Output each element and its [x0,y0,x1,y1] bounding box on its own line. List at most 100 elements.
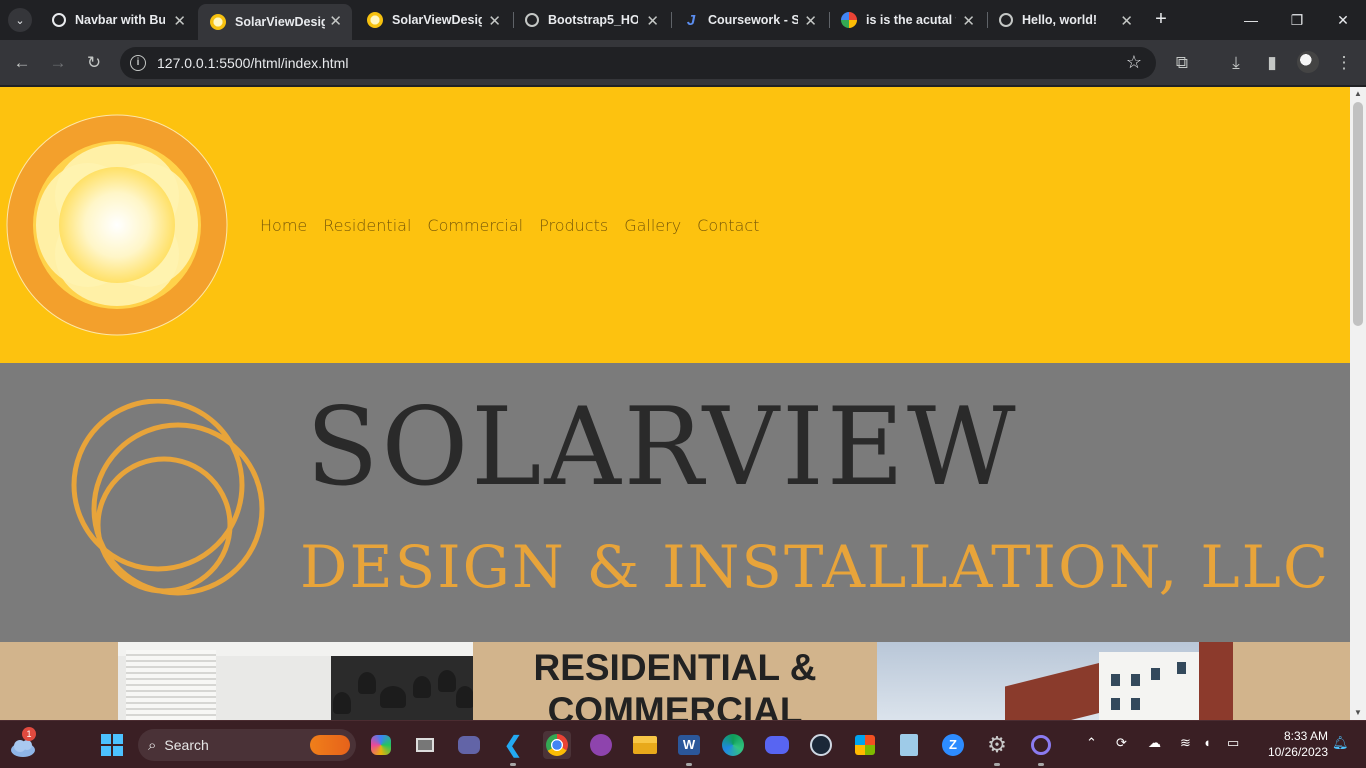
copilot-icon[interactable] [367,731,395,759]
microsoft-store-icon[interactable] [851,731,879,759]
nav-contact-link[interactable]: Contact [697,216,759,235]
sun-logo[interactable] [5,114,229,336]
close-icon[interactable]: ✕ [962,12,975,30]
url-text[interactable]: 127.0.0.1:5500/html/index.html [157,55,348,71]
discord-icon[interactable] [763,731,791,759]
new-tab-button[interactable]: + [1151,8,1171,32]
forward-arrow-icon[interactable]: → [46,51,70,75]
notification-bell-icon[interactable]: 🔔︎ [1332,735,1349,751]
edge-icon[interactable] [719,731,747,759]
restore-button[interactable]: ❐ [1274,6,1320,34]
feature-section: RESIDENTIAL & COMMERCIAL [0,642,1350,720]
download-icon[interactable]: ⤓ [1224,51,1248,75]
tab-title: SolarViewDesign [392,13,482,27]
commercial-photo [877,642,1233,720]
volume-icon[interactable]: ◖ [1203,735,1211,750]
close-icon[interactable]: ✕ [329,12,342,30]
nav-commercial-link[interactable]: Commercial [427,216,523,235]
main-nav: Home Residential Commercial Products Gal… [260,216,759,235]
close-icon[interactable]: ✕ [488,12,501,30]
coursework-icon: J [686,11,696,29]
tab-title: Hello, world! [1022,13,1097,27]
address-bar[interactable]: i 127.0.0.1:5500/html/index.html ☆ [120,47,1156,79]
steam-icon[interactable] [807,731,835,759]
close-icon[interactable]: ✕ [804,12,817,30]
vertical-scrollbar[interactable]: ▲ ▼ [1350,87,1366,720]
sun-icon [367,12,383,28]
hero-banner: SOLARVIEW DESIGN & INSTALLATION, LLC [0,363,1350,642]
sun-icon [210,14,226,30]
residential-photo [118,642,473,720]
search-placeholder: Search [164,737,209,753]
page-viewport: Home Residential Commercial Products Gal… [0,87,1366,720]
app-icon[interactable] [1027,731,1055,766]
scroll-up-arrow-icon[interactable]: ▲ [1350,87,1366,101]
zoom-icon[interactable]: Z [939,731,967,759]
window-close-button[interactable]: ✕ [1320,6,1366,34]
back-arrow-icon[interactable]: ← [10,51,34,75]
show-hidden-icons-chevron-icon[interactable]: ⌃ [1086,735,1097,751]
github-desktop-icon[interactable] [587,731,615,759]
tab-title: Coursework - St [708,13,798,27]
globe-icon [999,13,1013,27]
nav-gallery-link[interactable]: Gallery [624,216,681,235]
teams-icon[interactable] [455,731,483,759]
word-icon[interactable]: W [675,731,703,766]
wifi-icon[interactable]: ≋ [1180,735,1191,751]
menu-kebab-icon[interactable]: ⋮ [1332,51,1356,75]
chatgpt-icon [52,13,66,27]
google-icon [841,12,857,28]
tab-bootstrap[interactable]: Bootstrap5_HOT ✕ [513,4,669,36]
tab-title: Navbar with Burger [75,13,165,27]
windows-start-icon[interactable] [98,731,126,759]
clock-date: 10/26/2023 [1267,745,1328,759]
file-explorer-icon[interactable] [631,731,659,759]
clock-time: 8:33 AM [1283,729,1328,743]
onedrive-cloud-icon[interactable]: ☁ [1148,735,1161,751]
notification-badge: 1 [22,727,36,741]
tab-solarview[interactable]: SolarViewDesign ✕ [355,4,511,36]
scroll-down-arrow-icon[interactable]: ▼ [1350,706,1366,720]
tab-google[interactable]: is is the acutal f ✕ [829,4,985,36]
site-info-icon[interactable]: i [130,55,146,71]
tab-strip: ⌄ Navbar with Burger ✕ SolarViewDesign ✕… [0,0,1366,40]
search-icon: ⌕ [148,736,157,754]
tab-search-chevron-icon[interactable]: ⌄ [8,8,32,32]
notepad-icon[interactable] [895,731,923,759]
site-header: Home Residential Commercial Products Gal… [0,87,1350,363]
taskbar-search[interactable]: ⌕ Search [138,729,356,761]
close-icon[interactable]: ✕ [1120,12,1133,30]
nav-products-link[interactable]: Products [539,216,608,235]
tab-navbar[interactable]: Navbar with Burger ✕ [40,4,196,36]
tab-title: is is the acutal f [866,13,956,27]
tab-title: Bootstrap5_HOT [548,13,638,27]
bookmark-star-icon[interactable]: ☆ [1126,52,1142,73]
system-clock[interactable]: 8:33 AM 10/26/2023 [1258,728,1328,760]
banner-subtitle: DESIGN & INSTALLATION, LLC [300,533,1331,601]
windows-taskbar: 1 ⌕ Search ❮ W Z ⚙ ⌃ ⟳ ☁ ≋ ◖ ▭ 8:33 AM 1… [0,720,1366,768]
banner-title: SOLARVIEW [306,385,1019,510]
settings-icon[interactable]: ⚙ [983,731,1011,766]
sync-icon[interactable]: ⟳ [1116,735,1127,751]
nav-residential-link[interactable]: Residential [323,216,411,235]
globe-icon [525,13,539,27]
close-icon[interactable]: ✕ [173,12,186,30]
tab-hello-world[interactable]: Hello, world! ✕ [987,4,1143,36]
vscode-icon[interactable]: ❮ [499,731,527,766]
chrome-icon[interactable] [543,731,571,759]
rings-logo [71,399,265,596]
close-icon[interactable]: ✕ [646,12,659,30]
scroll-thumb[interactable] [1353,102,1363,326]
task-view-icon[interactable] [411,731,439,759]
battery-icon[interactable]: ▭ [1227,735,1239,751]
browser-toolbar: ← → ↻ i 127.0.0.1:5500/html/index.html ☆… [0,40,1366,86]
tab-solarview-active[interactable]: SolarViewDesign ✕ [198,4,352,40]
minimize-button[interactable]: — [1228,6,1274,34]
reload-icon[interactable]: ↻ [82,51,106,75]
extensions-icon[interactable]: ⧉ [1170,51,1194,75]
pumpkin-search-highlight-icon [310,735,350,755]
side-panel-icon[interactable]: ▮ [1260,51,1284,75]
profile-avatar[interactable] [1297,51,1319,73]
tab-coursework[interactable]: J Coursework - St ✕ [671,4,827,36]
nav-home-link[interactable]: Home [260,216,307,235]
